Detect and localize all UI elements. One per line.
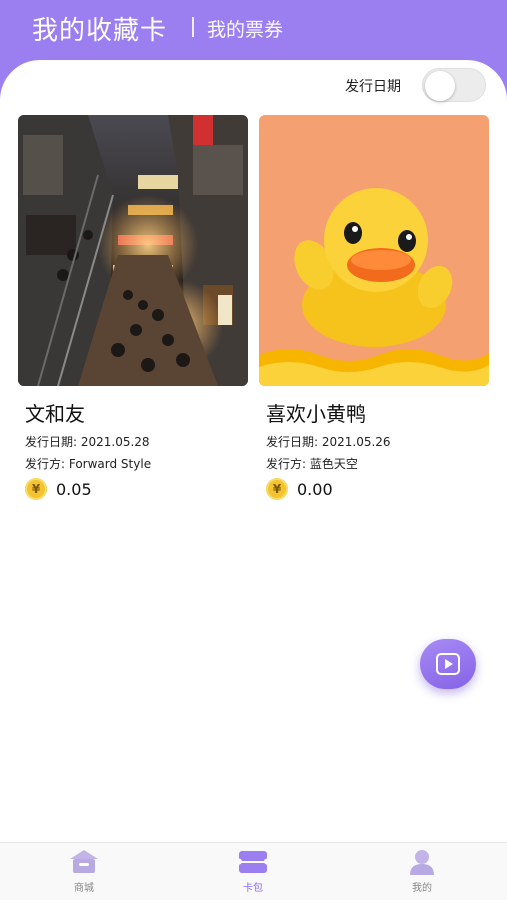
card-price: 0.05 <box>56 479 92 499</box>
tab-card-wallet[interactable]: 卡包 <box>213 849 293 894</box>
card-issue-date: 发行日期: 2021.05.28 <box>25 435 150 449</box>
coin-icon: ¥ <box>266 478 288 500</box>
bottom-tab-bar: 商城 卡包 我的 <box>0 842 507 900</box>
toggle-knob <box>425 71 455 101</box>
card-price: 0.00 <box>297 479 333 499</box>
tab-shop[interactable]: 商城 <box>44 849 124 894</box>
price-row: ¥ 0.05 <box>18 478 248 500</box>
date-filter-toggle[interactable] <box>422 68 486 102</box>
page-title[interactable]: 我的收藏卡 <box>32 10 167 47</box>
main-content: 发行日期 文和友 发行日期: 2021.05.28 发行方: Forward S… <box>0 60 507 842</box>
tab-label: 卡包 <box>243 883 263 894</box>
collection-card[interactable]: 喜欢小黄鸭 发行日期: 2021.05.26 发行方: 蓝色天空 ¥ 0.00 <box>259 115 489 500</box>
user-icon <box>410 850 434 875</box>
coin-icon: ¥ <box>25 478 47 500</box>
card-image-yellow-duck <box>259 115 489 386</box>
collection-card[interactable]: 文和友 发行日期: 2021.05.28 发行方: Forward Style … <box>18 115 248 500</box>
price-row: ¥ 0.00 <box>259 478 489 500</box>
header-divider <box>192 17 194 37</box>
play-video-button[interactable] <box>420 639 476 689</box>
tab-label: 我的 <box>412 883 432 894</box>
card-issue-date: 发行日期: 2021.05.26 <box>266 435 391 449</box>
date-filter-label: 发行日期 <box>345 79 401 95</box>
card-issuer: 发行方: Forward Style <box>25 457 152 471</box>
tab-label: 商城 <box>74 883 94 894</box>
tab-me[interactable]: 我的 <box>382 849 462 894</box>
shop-icon <box>70 850 98 873</box>
play-video-icon <box>436 653 460 675</box>
card-issuer: 发行方: 蓝色天空 <box>266 457 358 471</box>
card-title: 文和友 <box>25 402 85 426</box>
night-street-photo <box>18 115 248 386</box>
yellow-duck-illustration <box>259 115 489 386</box>
card-title: 喜欢小黄鸭 <box>266 402 366 426</box>
tab-tickets[interactable]: 我的票券 <box>207 15 283 42</box>
card-wallet-icon <box>238 851 268 873</box>
card-image-night-street <box>18 115 248 386</box>
